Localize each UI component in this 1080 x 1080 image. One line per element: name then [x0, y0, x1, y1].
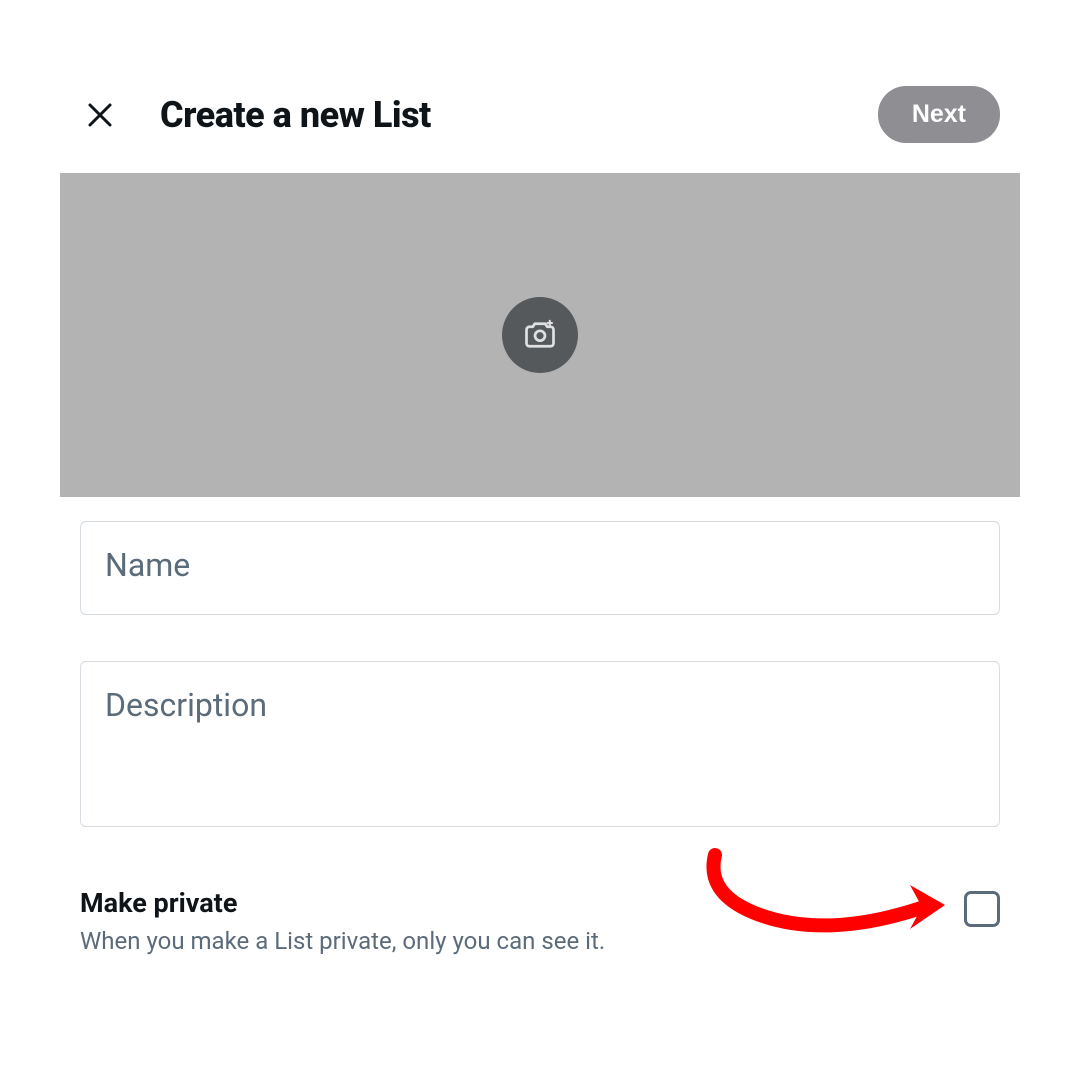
make-private-text: Make private When you make a List privat… — [80, 887, 944, 955]
make-private-row: Make private When you make a List privat… — [80, 873, 1000, 955]
close-icon — [85, 100, 115, 130]
make-private-checkbox[interactable] — [964, 891, 1000, 927]
make-private-description: When you make a List private, only you c… — [80, 927, 944, 955]
description-field-label: Description — [105, 686, 267, 724]
dialog-title: Create a new List — [160, 94, 838, 136]
description-field[interactable]: Description — [80, 661, 1000, 827]
name-field-label: Name — [105, 546, 190, 584]
close-button[interactable] — [80, 95, 120, 135]
dialog-header: Create a new List Next — [0, 86, 1080, 173]
make-private-title: Make private — [80, 887, 944, 919]
create-list-dialog: Create a new List Next Name Description … — [0, 0, 1080, 955]
camera-icon — [522, 317, 558, 353]
name-field[interactable]: Name — [80, 521, 1000, 615]
banner-upload-area[interactable] — [60, 173, 1020, 497]
add-banner-photo-button[interactable] — [502, 297, 578, 373]
form-area: Name Description Make private When you m… — [0, 497, 1080, 955]
next-button[interactable]: Next — [878, 86, 1000, 143]
